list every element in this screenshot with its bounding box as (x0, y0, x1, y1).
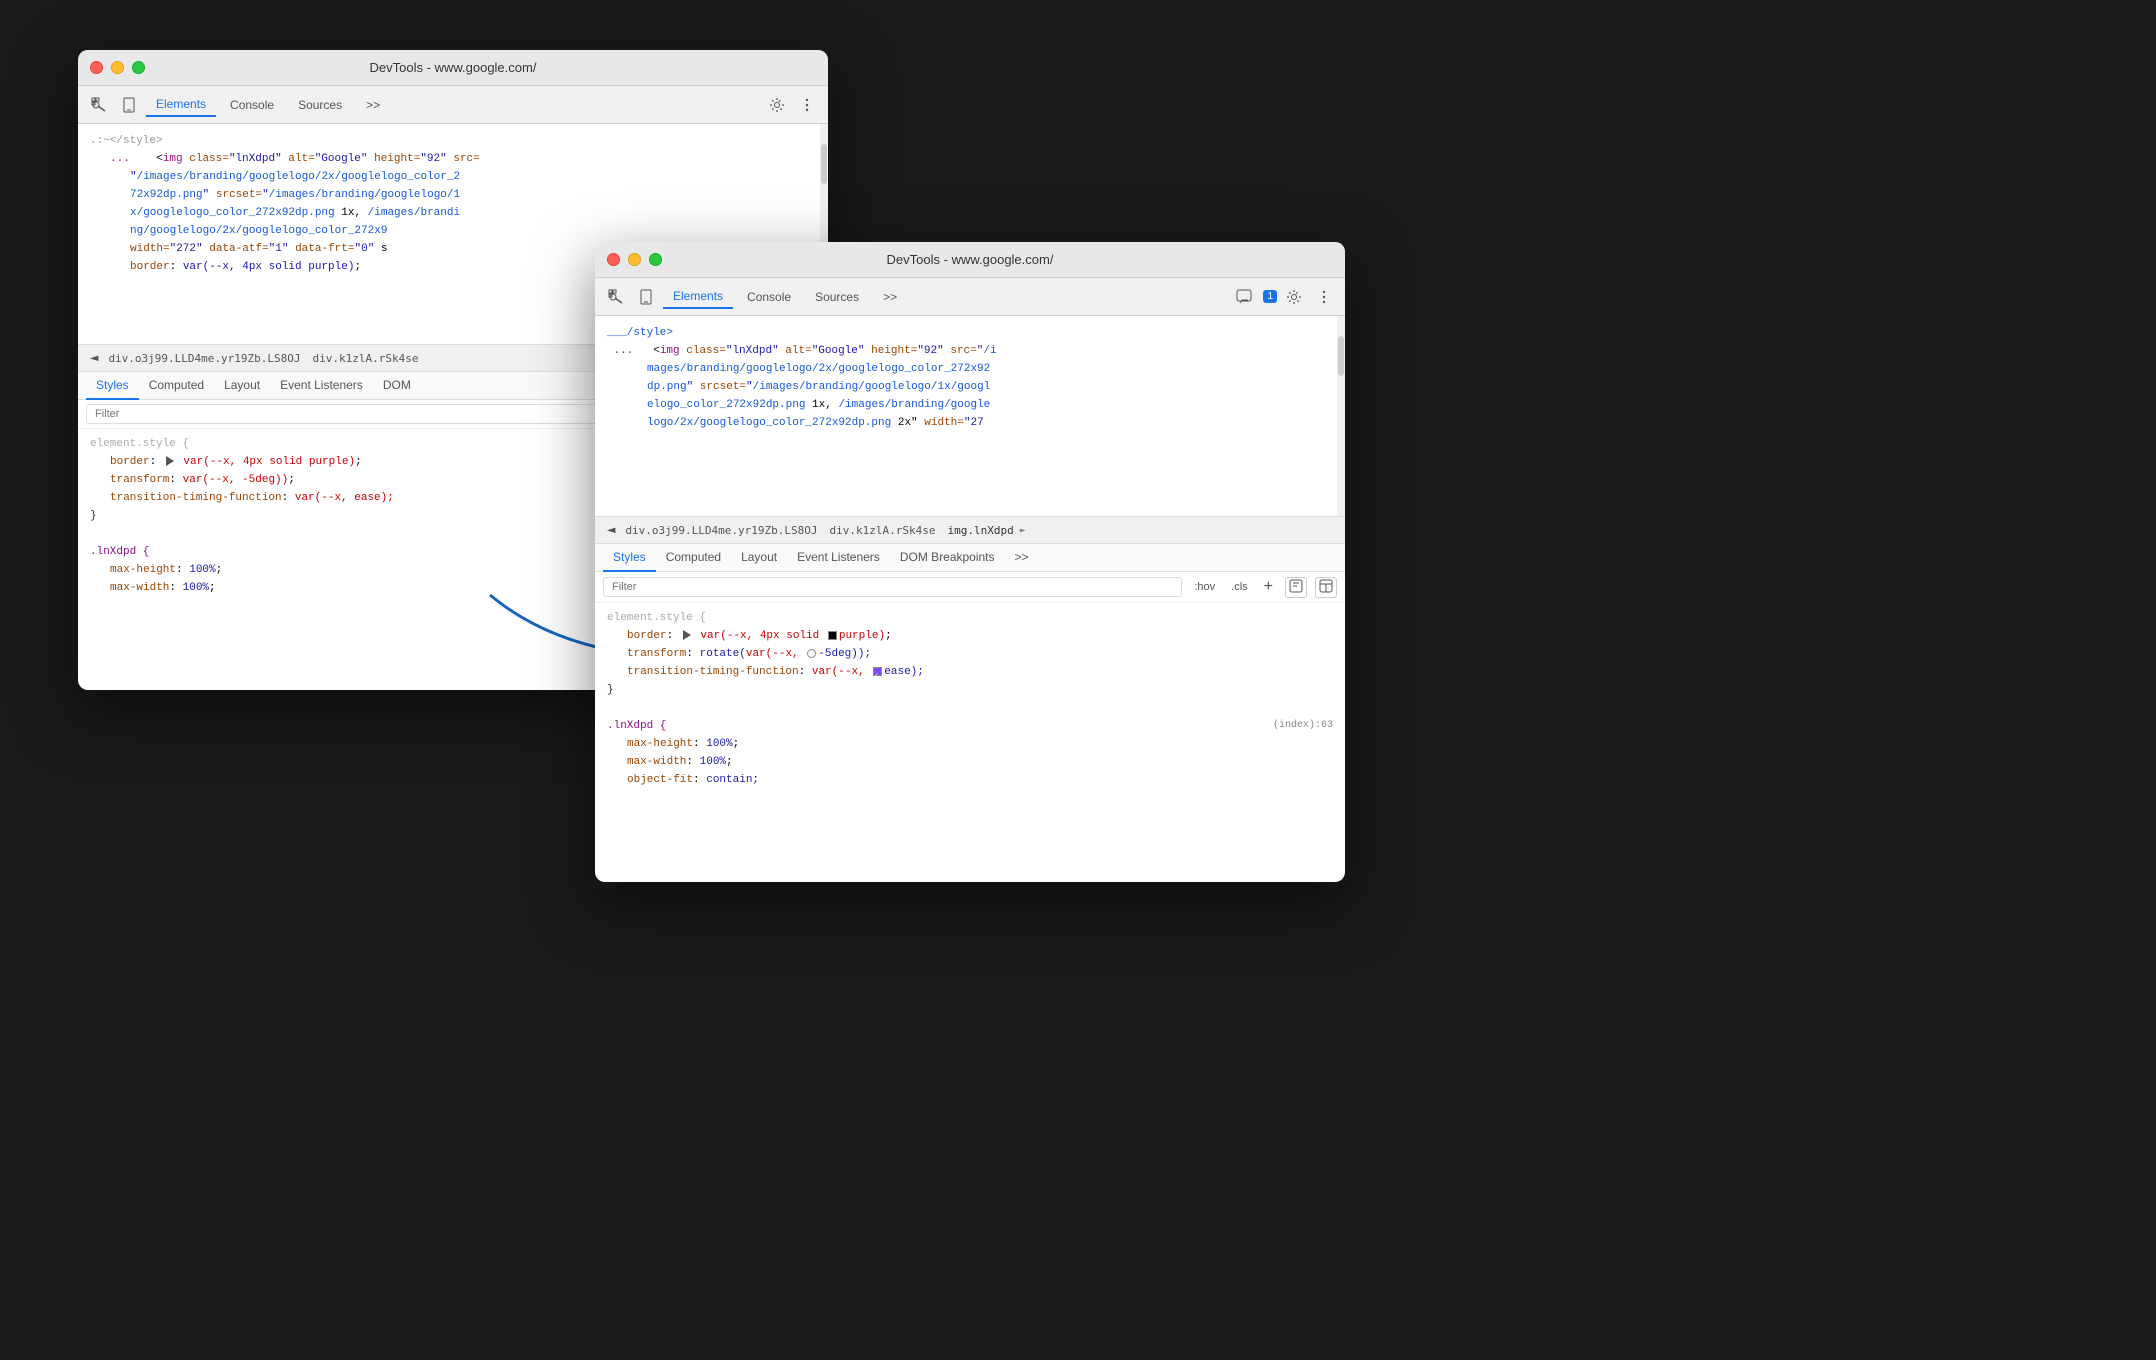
html-line2-6: logo/2x/googlelogo_color_272x92dp.png 2x… (607, 414, 1333, 432)
more-options-icon-1[interactable] (794, 92, 820, 118)
tab-sources-1[interactable]: Sources (288, 94, 352, 116)
node-style-btn-2[interactable] (1285, 577, 1307, 598)
tab-more-1[interactable]: >> (356, 94, 390, 116)
styles-tab-dom-1[interactable]: DOM (373, 372, 421, 400)
layout-btn-2[interactable] (1315, 577, 1337, 598)
minimize-button-1[interactable] (111, 61, 124, 74)
styles-tab-computed-2[interactable]: Computed (656, 544, 731, 572)
html-line2-4: dp.png" srcset="/images/branding/googlel… (607, 378, 1333, 396)
toolbar-2: Elements Console Sources >> 1 (595, 278, 1345, 316)
styles-tabs-2: Styles Computed Layout Event Listeners D… (595, 544, 1345, 572)
transform-swatch[interactable] (807, 649, 816, 658)
titlebar-1: DevTools - www.google.com/ (78, 50, 828, 86)
more-options-icon-2[interactable] (1311, 284, 1337, 310)
html-line2-3: mages/branding/googlelogo/2x/googlelogo_… (607, 360, 1333, 378)
maximize-button-2[interactable] (649, 253, 662, 266)
breadcrumb-div-2[interactable]: div.k1zlA.rSk4se (830, 524, 936, 537)
settings-icon-1[interactable] (764, 92, 790, 118)
html-line-1: .:~</style> (90, 132, 816, 150)
border-triangle-1[interactable] (166, 456, 174, 466)
html-panel-2: ___/style> ... <img class="lnXdpd" alt="… (595, 316, 1345, 516)
toolbar-1: Elements Console Sources >> (78, 86, 828, 124)
breadcrumb-bar-2: ◄ div.o3j99.LLD4me.yr19Zb.LS8OJ div.k1zl… (595, 516, 1345, 544)
html-line2-1: ___/style> (607, 324, 1333, 342)
breadcrumb-div-1[interactable]: div.o3j99.LLD4me.yr19Zb.LS8OJ (625, 524, 817, 537)
window-title-1: DevTools - www.google.com/ (370, 60, 537, 75)
breadcrumb-img[interactable]: img.lnXdpd (947, 524, 1013, 537)
tab-more-2[interactable]: >> (873, 286, 907, 308)
breadcrumb-back-2[interactable]: ◄ (603, 518, 619, 542)
html-line-6: ng/googlelogo/2x/googlelogo_color_272x9 (90, 222, 816, 240)
border-triangle-2[interactable] (683, 630, 691, 640)
tab-console-2[interactable]: Console (737, 286, 801, 308)
styles-tab-events-2[interactable]: Event Listeners (787, 544, 890, 572)
filter-input-2[interactable] (603, 577, 1182, 597)
timing-swatch[interactable] (873, 667, 882, 676)
settings-icon-2[interactable] (1281, 284, 1307, 310)
hov-btn-2[interactable]: :hov (1190, 579, 1219, 595)
close-button-1[interactable] (90, 61, 103, 74)
styles-tab-styles-1[interactable]: Styles (86, 372, 139, 400)
styles-area-2: Styles Computed Layout Event Listeners D… (595, 544, 1345, 882)
css-content-2: element.style { border: var(--x, 4px sol… (595, 603, 1345, 795)
tab-elements-1[interactable]: Elements (146, 93, 216, 117)
styles-tab-computed-1[interactable]: Computed (139, 372, 214, 400)
filter-bar-2: :hov .cls + (595, 572, 1345, 603)
html-line2-2: ... <img class="lnXdpd" alt="Google" hei… (607, 342, 1333, 360)
html-scrollbar-2[interactable] (1337, 316, 1345, 516)
html-line-4: 72x92dp.png" srcset="/images/branding/go… (90, 186, 816, 204)
css-rule-element-style-2: element.style { border: var(--x, 4px sol… (607, 609, 1333, 699)
html-line-5: x/googlelogo_color_272x92dp.png 1x, /ima… (90, 204, 816, 222)
styles-tab-layout-1[interactable]: Layout (214, 372, 270, 400)
close-button-2[interactable] (607, 253, 620, 266)
breadcrumb-back-1[interactable]: ◄ (86, 346, 102, 370)
tab-elements-2[interactable]: Elements (663, 285, 733, 309)
chat-badge-2: 1 (1263, 290, 1277, 303)
html-scrollbar-thumb-2[interactable] (1338, 336, 1344, 376)
cls-btn-2[interactable]: .cls (1227, 579, 1252, 595)
minimize-button-2[interactable] (628, 253, 641, 266)
styles-tab-styles-2[interactable]: Styles (603, 544, 656, 572)
styles-tab-more-2[interactable]: >> (1005, 544, 1039, 572)
mobile-icon[interactable] (116, 92, 142, 118)
chat-icon-2[interactable] (1231, 284, 1257, 310)
breadcrumb-item-1[interactable]: div.o3j99.LLD4me.yr19Zb.LS8OJ (108, 352, 300, 365)
border-color-swatch[interactable] (828, 631, 837, 640)
html-line-2: ... <img class="lnXdpd" alt="Google" hei… (90, 150, 816, 168)
mobile-icon-2[interactable] (633, 284, 659, 310)
html-line-3: "/images/branding/googlelogo/2x/googlelo… (90, 168, 816, 186)
css-source-2: (index):63 (1273, 717, 1333, 735)
styles-tab-dom-2[interactable]: DOM Breakpoints (890, 544, 1005, 572)
html-scrollbar-thumb-1[interactable] (821, 144, 827, 184)
styles-tab-layout-2[interactable]: Layout (731, 544, 787, 572)
maximize-button-1[interactable] (132, 61, 145, 74)
html-line2-5: elogo_color_272x92dp.png 1x, /images/bra… (607, 396, 1333, 414)
breadcrumb-item-2[interactable]: div.k1zlA.rSk4se (313, 352, 419, 365)
tab-console-1[interactable]: Console (220, 94, 284, 116)
devtools-window-2: DevTools - www.google.com/ Elements Cons… (595, 242, 1345, 882)
window-body-2: ___/style> ... <img class="lnXdpd" alt="… (595, 316, 1345, 882)
styles-tab-events-1[interactable]: Event Listeners (270, 372, 373, 400)
new-style-btn-2[interactable]: + (1260, 576, 1277, 598)
inspect-icon-2[interactable] (603, 284, 629, 310)
html-content-2: ___/style> ... <img class="lnXdpd" alt="… (595, 316, 1345, 440)
tab-sources-2[interactable]: Sources (805, 286, 869, 308)
css-rule-lnxdpd-2: .lnXdpd { (index):63 max-height: 100%; m… (607, 717, 1333, 789)
titlebar-2: DevTools - www.google.com/ (595, 242, 1345, 278)
inspect-icon[interactable] (86, 92, 112, 118)
window-title-2: DevTools - www.google.com/ (887, 252, 1054, 267)
